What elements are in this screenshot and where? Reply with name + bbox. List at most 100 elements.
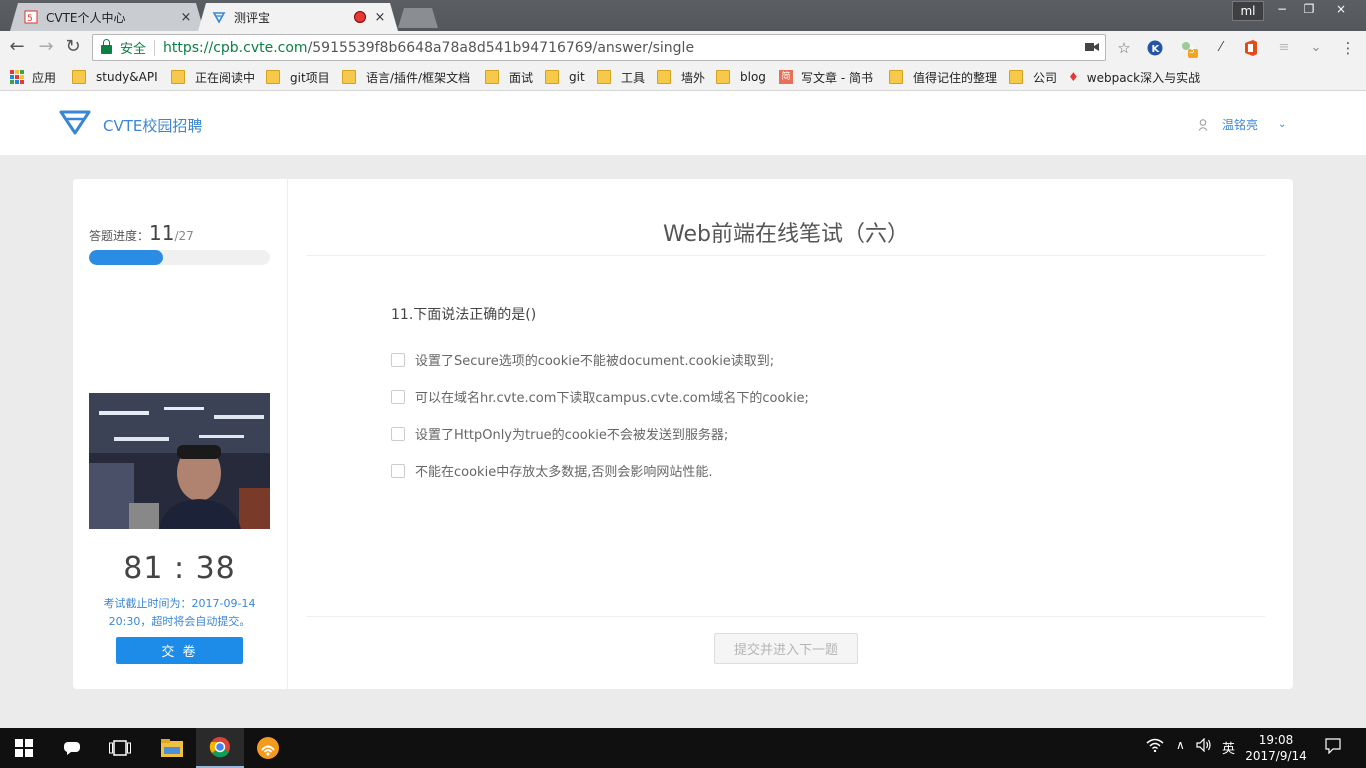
bookmark-folder[interactable]: blog [716,68,766,86]
bookmark-label: 工具 [621,70,646,85]
start-button[interactable] [0,728,48,768]
option-checkbox[interactable] [391,352,405,367]
progress-total: /27 [174,229,194,243]
bookmark-label: webpack深入与实战 [1086,70,1201,85]
flame-icon: ♦ [1068,70,1079,84]
tab-close-icon[interactable]: × [372,10,388,25]
divider [307,255,1265,256]
exam-card: 答题进度：11/27 81 : 38 考试截止时间为：2017-09-14 20… [73,179,1293,689]
cortana-icon[interactable] [48,728,96,768]
cvte-logo-icon [58,108,92,140]
deadline-notice: 考试截止时间为：2017-09-14 20:30，超时将会自动提交。 [89,595,270,631]
bookmark-folder[interactable]: 面试 [485,68,533,86]
minimize-button[interactable]: − [1268,0,1296,18]
maximize-button[interactable]: ❐ [1296,0,1322,18]
tab-strip: 5 CVTE个人中心 × 测评宝 × ml − ❐ × [0,0,1366,31]
option-label: 可以在域名hr.cvte.com下读取campus.cvte.com域名下的co… [415,391,809,406]
action-center-icon[interactable] [1325,738,1341,758]
exam-title: Web前端在线笔试（六） [663,222,909,247]
bookmark-webpack[interactable]: ♦ webpack深入与实战 [1068,68,1202,86]
bookmark-folder[interactable]: 公司 [1009,68,1057,86]
close-window-button[interactable]: × [1326,0,1356,18]
tray-expand-icon[interactable]: ∧ [1176,738,1185,752]
extension-badge-icon[interactable]: 3 [1180,40,1198,58]
wifi-app-icon[interactable] [244,728,292,768]
kapi-extension-icon[interactable]: K [1147,40,1163,56]
bookmark-jianshu[interactable]: 简 写文章 - 简书 [779,68,873,86]
profile-button[interactable]: ml [1232,1,1264,21]
option-label: 设置了HttpOnly为true的cookie不会被发送到服务器; [415,428,729,443]
folder-icon [1009,70,1023,84]
bookmark-label: 语言/插件/框架文档 [366,70,471,85]
bookmark-folder[interactable]: git项目 [266,68,330,86]
url-host: https://cpb.cvte.com [163,39,308,56]
bookmark-folder[interactable]: 语言/插件/框架文档 [342,68,470,86]
bookmark-apps[interactable]: 应用 [10,68,56,86]
progress-bar-fill [89,250,163,265]
option-checkbox[interactable] [391,389,405,404]
bookmark-star-icon[interactable]: ☆ [1116,40,1132,56]
bookmark-folder[interactable]: git [545,68,585,86]
option-checkbox[interactable] [391,463,405,478]
jianshu-icon: 简 [779,70,793,84]
system-clock[interactable]: 19:08 2017/9/14 [1244,732,1308,764]
address-divider [154,39,156,56]
svg-text:5: 5 [27,14,33,24]
chrome-menu-icon[interactable]: ⋮ [1340,40,1356,56]
tab-cepingbao[interactable]: 测评宝 × [198,3,398,31]
answer-option[interactable]: 可以在域名hr.cvte.com下读取campus.cvte.com域名下的co… [391,387,809,406]
answer-option[interactable]: 设置了HttpOnly为true的cookie不会被发送到服务器; [391,424,728,443]
bookmark-folder[interactable]: study&API [72,68,158,86]
lock-icon [101,39,112,54]
user-menu[interactable]: 温铭亮 ⌄ [1198,116,1286,133]
camera-in-use-icon[interactable] [1085,40,1099,56]
bookmark-label: git项目 [290,70,330,85]
progress-indicator: 答题进度：11/27 [89,221,194,245]
bookmark-label: 应用 [32,70,57,85]
folder-icon [72,70,86,84]
site-header: CVTE校园招聘 温铭亮 ⌄ [0,91,1366,155]
submit-next-question-button[interactable]: 提交并进入下一题 [714,633,858,664]
tab-cvte-personal-center[interactable]: 5 CVTE个人中心 × [10,3,204,31]
webcam-preview [89,393,270,529]
divider [307,616,1265,617]
user-icon [1198,118,1208,131]
extension-dropdown-icon[interactable]: ⌄ [1308,40,1324,56]
security-label: 安全 [120,42,147,57]
bookmark-label: 值得记住的整理 [913,70,998,85]
submit-paper-button[interactable]: 交 卷 [116,637,243,664]
site-logo-text[interactable]: CVTE校园招聘 [103,115,202,136]
chrome-taskbar-icon[interactable] [196,728,244,768]
forward-icon[interactable]: → [35,37,57,59]
option-checkbox[interactable] [391,426,405,441]
cvte-favicon-icon: 5 [24,10,38,24]
extension-icon[interactable]: ≡ [1276,40,1292,56]
deadline-line: 20:30，超时将会自动提交。 [108,615,251,628]
bookmark-label: 墙外 [681,70,706,85]
apps-grid-icon [10,70,24,84]
folder-icon [266,70,280,84]
answer-option[interactable]: 设置了Secure选项的cookie不能被document.cookie读取到; [391,350,774,369]
answer-option[interactable]: 不能在cookie中存放太多数据,否则会影响网站性能. [391,461,712,480]
tab-close-icon[interactable]: × [178,10,194,25]
folder-icon [657,70,671,84]
address-bar[interactable]: 安全 https://cpb.cvte.com/5915539f8b6648a7… [92,34,1106,61]
input-method-indicator[interactable]: 英 [1222,738,1235,757]
file-explorer-icon[interactable] [148,728,196,768]
task-view-icon[interactable] [96,728,144,768]
bookmark-folder[interactable]: 墙外 [657,68,705,86]
tab-title: CVTE个人中心 [46,10,126,25]
bookmark-folder[interactable]: 正在阅读中 [171,68,255,86]
bookmark-folder[interactable]: 工具 [597,68,645,86]
reload-icon[interactable]: ↻ [62,37,84,59]
back-icon[interactable]: ← [6,37,28,59]
office-extension-icon[interactable] [1243,40,1259,56]
chevron-down-icon: ⌄ [1278,119,1287,130]
new-tab-button[interactable] [398,8,438,28]
bookmark-folder[interactable]: 值得记住的整理 [889,68,997,86]
volume-icon[interactable] [1196,737,1212,756]
picker-extension-icon[interactable]: ⁄ [1213,40,1229,56]
tab-title: 测评宝 [234,10,271,25]
progress-label: 答题进度： [89,229,150,243]
wifi-status-icon[interactable] [1146,738,1164,756]
